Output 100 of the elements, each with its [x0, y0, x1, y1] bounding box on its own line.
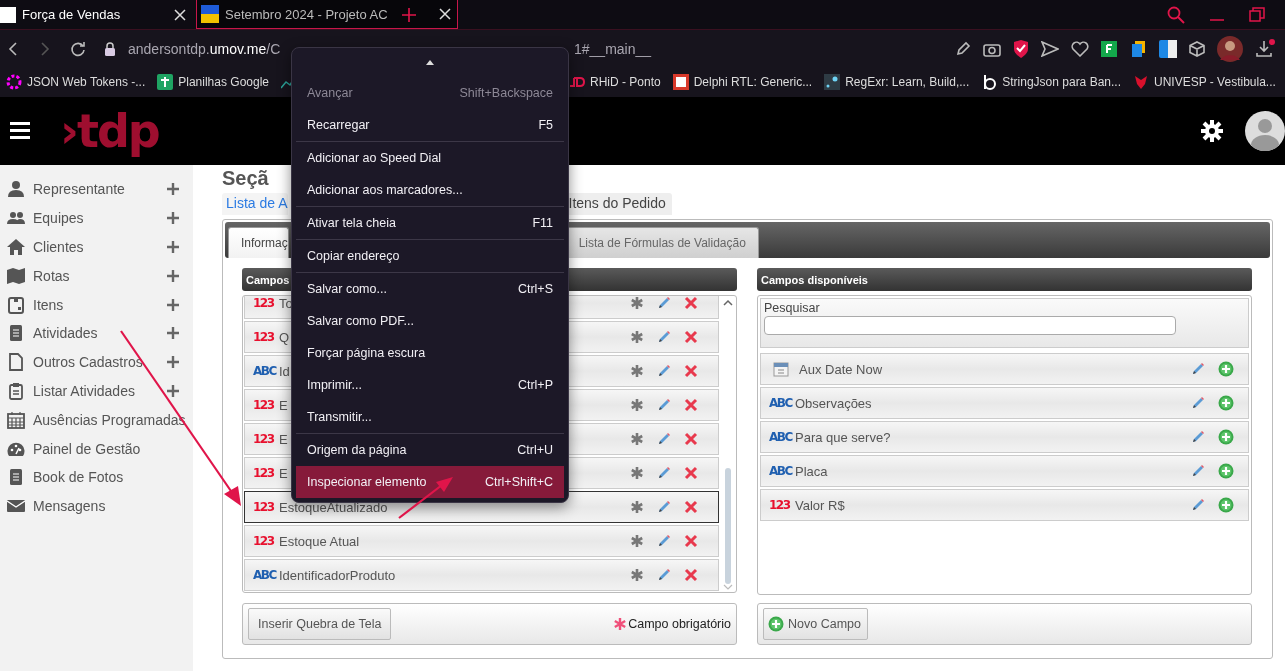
- documents-icon[interactable]: [1129, 39, 1147, 58]
- delete-icon[interactable]: [684, 568, 698, 582]
- add-icon[interactable]: [1218, 395, 1234, 411]
- pencil-icon[interactable]: [1191, 498, 1205, 512]
- delete-icon[interactable]: [684, 534, 698, 548]
- delete-icon[interactable]: [684, 466, 698, 480]
- plus-icon[interactable]: [167, 384, 179, 397]
- plus-icon[interactable]: [167, 356, 179, 369]
- bookmark[interactable]: StringJson para Ban...: [981, 70, 1121, 94]
- plus-icon[interactable]: [167, 212, 179, 225]
- menu-item[interactable]: Salvar como PDF...: [296, 305, 564, 337]
- send-icon[interactable]: [1041, 40, 1059, 57]
- close-icon[interactable]: [174, 8, 186, 21]
- delete-icon[interactable]: [684, 432, 698, 446]
- new-tab-icon[interactable]: [402, 7, 416, 22]
- pencil-icon[interactable]: [657, 432, 671, 446]
- menu-item[interactable]: Imprimir... Ctrl+P: [296, 369, 564, 401]
- menu-item[interactable]: Forçar página escura: [296, 337, 564, 369]
- forward-icon[interactable]: [38, 41, 52, 56]
- field-row[interactable]: 123 Estoque Atual: [244, 525, 719, 557]
- search-icon[interactable]: [1167, 5, 1185, 24]
- pencil-icon[interactable]: [657, 466, 671, 480]
- asterisk-icon[interactable]: [630, 500, 644, 514]
- field-row[interactable]: ABC Observações: [760, 387, 1249, 419]
- menu-item[interactable]: Inspecionar elemento Ctrl+Shift+C: [296, 466, 564, 498]
- plus-icon[interactable]: [167, 241, 179, 253]
- delete-icon[interactable]: [684, 330, 698, 344]
- shield-icon[interactable]: [1013, 39, 1029, 58]
- menu-item[interactable]: Origem da página Ctrl+U: [296, 434, 564, 466]
- restore-icon[interactable]: [1249, 6, 1265, 23]
- bookmark[interactable]: Planilhas Google: [157, 70, 269, 94]
- field-row[interactable]: ABC Placa: [760, 455, 1249, 487]
- reload-icon[interactable]: [70, 40, 86, 57]
- field-row[interactable]: 123 Valor R$: [760, 489, 1249, 521]
- sidebar-item[interactable]: Painel de Gestão: [0, 434, 193, 463]
- insert-break-button[interactable]: Inserir Quebra de Tela: [248, 608, 392, 640]
- pencil-icon[interactable]: [1191, 396, 1205, 410]
- settings-icon[interactable]: [1201, 120, 1223, 142]
- search-field[interactable]: [764, 316, 1176, 335]
- bookmark[interactable]: UNIVESP - Vestibula...: [1133, 70, 1276, 94]
- translate-icon[interactable]: [1159, 39, 1177, 58]
- asterisk-icon[interactable]: [630, 364, 644, 378]
- menu-item[interactable]: Copiar endereço: [296, 240, 564, 272]
- pencil-icon[interactable]: [657, 364, 671, 378]
- sidebar-item[interactable]: Itens: [0, 290, 193, 319]
- asterisk-icon[interactable]: [630, 534, 644, 548]
- sidebar-item[interactable]: Equipes: [0, 203, 193, 233]
- cube-icon[interactable]: [1189, 40, 1205, 57]
- plus-icon[interactable]: [167, 298, 179, 311]
- heart-icon[interactable]: [1071, 40, 1089, 57]
- field-row[interactable]: ABC Para que serve?: [760, 421, 1249, 453]
- add-icon[interactable]: [1218, 497, 1234, 513]
- pencil-icon[interactable]: [657, 330, 671, 344]
- add-icon[interactable]: [1218, 361, 1234, 377]
- sidebar-item[interactable]: Book de Fotos: [0, 462, 193, 492]
- field-row[interactable]: Aux Date Now: [760, 353, 1249, 385]
- pencil-icon[interactable]: [1191, 362, 1205, 376]
- back-icon[interactable]: [6, 41, 20, 56]
- sidebar-item[interactable]: Atividades: [0, 319, 193, 348]
- delete-icon[interactable]: [684, 398, 698, 412]
- delete-icon[interactable]: [684, 296, 698, 310]
- menu-item[interactable]: Adicionar aos marcadores...: [296, 174, 564, 206]
- pencil-icon[interactable]: [1191, 430, 1205, 444]
- add-icon[interactable]: [1218, 463, 1234, 479]
- bookmark[interactable]: JSON Web Tokens -...: [6, 70, 146, 94]
- new-field-button[interactable]: Novo Campo: [763, 608, 868, 640]
- plus-icon[interactable]: [167, 269, 179, 282]
- delete-icon[interactable]: [684, 500, 698, 514]
- edit-icon[interactable]: [955, 40, 971, 57]
- asterisk-icon[interactable]: [630, 398, 644, 412]
- add-icon[interactable]: [1218, 429, 1234, 445]
- download-icon[interactable]: [1255, 38, 1275, 59]
- asterisk-icon[interactable]: [630, 568, 644, 582]
- sidebar-item[interactable]: Listar Atividades: [0, 376, 193, 406]
- bookmark[interactable]: Delphi RTL: Generic...: [672, 70, 813, 94]
- asterisk-icon[interactable]: [630, 296, 644, 310]
- asterisk-icon[interactable]: [630, 432, 644, 446]
- scroll-up-icon[interactable]: [426, 60, 434, 65]
- asterisk-icon[interactable]: [630, 330, 644, 344]
- pencil-icon[interactable]: [657, 568, 671, 582]
- plus-icon[interactable]: [167, 327, 179, 340]
- profile-avatar-icon[interactable]: [1217, 35, 1243, 62]
- menu-item[interactable]: Transmitir...: [296, 401, 564, 433]
- menu-item[interactable]: Recarregar F5: [296, 109, 564, 141]
- sidebar-item[interactable]: Outros Cadastros: [0, 347, 193, 377]
- sidebar-item[interactable]: Representante: [0, 175, 193, 204]
- pencil-icon[interactable]: [657, 534, 671, 548]
- pencil-icon[interactable]: [657, 296, 671, 310]
- close-icon[interactable]: [439, 8, 451, 20]
- sidebar-item[interactable]: Rotas: [0, 261, 193, 291]
- user-avatar-icon[interactable]: [1245, 111, 1285, 151]
- tab[interactable]: Informaç: [228, 227, 289, 258]
- address-text[interactable]: 1#__main__: [574, 40, 652, 57]
- extension-icon[interactable]: [1101, 40, 1117, 57]
- pencil-icon[interactable]: [657, 398, 671, 412]
- delete-icon[interactable]: [684, 364, 698, 378]
- bookmark[interactable]: RegExr: Learn, Build,...: [824, 70, 970, 94]
- asterisk-icon[interactable]: [630, 466, 644, 480]
- menu-item[interactable]: Ativar tela cheia F11: [296, 207, 564, 239]
- sidebar-item[interactable]: Mensagens: [0, 491, 193, 521]
